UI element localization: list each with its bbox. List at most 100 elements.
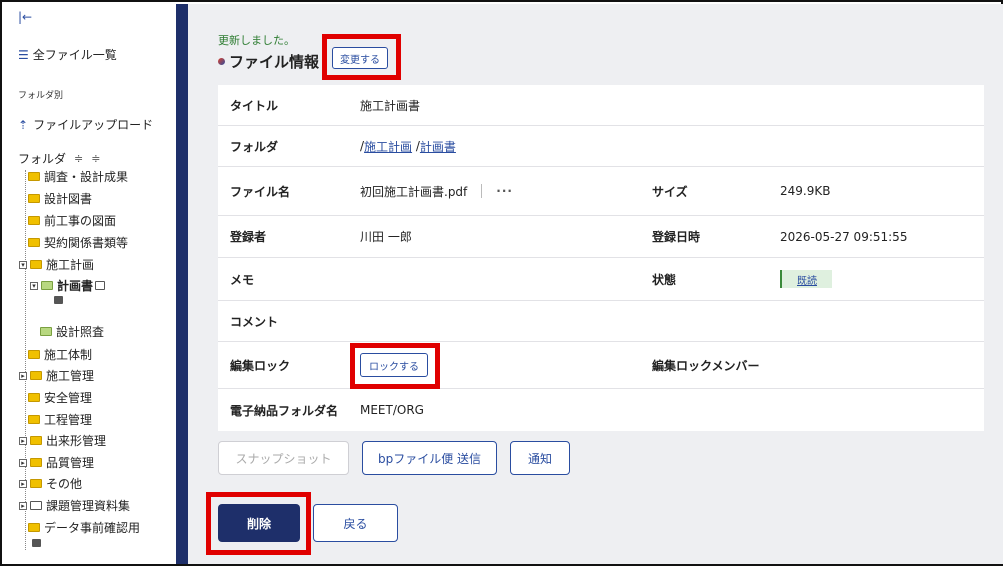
tree-item-label: 施工管理 [46,369,95,383]
upload-link[interactable]: ⇡ ファイルアップロード [18,116,153,133]
folder-icon [28,194,40,203]
tree-item-label: 調査・設計成果 [44,170,129,184]
expand-all-icon[interactable]: ≑ [74,152,83,165]
table-row: 登録者 川田 一郎 登録日時 2026-05-27 09:51:55 [218,216,984,258]
folder-tree-header: フォルダ ≑ ≑ [18,150,100,167]
status-badge[interactable]: 既読 [780,270,832,288]
delivery-folder-value: MEET/ORG [360,403,424,417]
collapse-all-icon[interactable]: ≑ [91,152,100,165]
collapse-toggle-icon[interactable]: ▾ [19,260,27,269]
filename-value[interactable]: 初回施工計画書.pdf [360,183,467,200]
folder-section-label: フォルダ別 [18,91,64,101]
folder-icon [30,501,42,510]
tree-item-quality[interactable]: ▸ 品質管理 [19,454,94,471]
more-options-icon[interactable]: ··· [496,184,513,198]
tree-item-design-docs[interactable]: 設計図書 [28,190,92,207]
folder-icon [28,172,40,181]
expand-toggle-icon[interactable]: ▸ [19,479,27,488]
folder-tree-title: フォルダ [18,152,67,166]
tree-item-label: 契約関係書類等 [44,236,129,250]
open-folder-icon [41,281,53,290]
table-row: メモ 状態 既読 [218,258,984,301]
memo-label: メモ [230,272,255,287]
table-row: フォルダ / 施工計画 / 計画書 [218,126,984,167]
tree-item-design-check[interactable]: 設計照査 [40,323,104,340]
filename-label: ファイル名 [230,184,291,199]
tree-item-label: 安全管理 [44,391,93,405]
collapse-sidebar-icon[interactable]: |← [18,10,32,24]
tree-item-label: 出来形管理 [46,434,107,448]
heading-dot-icon [218,58,225,65]
tree-item-label: 課題管理資料集 [46,499,131,513]
tree-item-schedule[interactable]: 工程管理 [28,411,92,428]
delete-button[interactable]: 削除 [218,504,300,542]
table-row: 電子納品フォルダ名 MEET/ORG [218,389,984,431]
main-content: 更新しました。 ファイル情報 変更する タイトル 施工計画書 フォルダ / 施工… [188,4,1003,564]
tree-item-label: 工程管理 [44,413,93,427]
folder-icon [30,371,42,380]
folder-label: フォルダ [230,139,279,154]
registrant-label: 登録者 [230,230,267,244]
tree-item-contracts[interactable]: 契約関係書類等 [28,234,128,251]
filename-cell: 初回施工計画書.pdf ··· [360,183,513,200]
tree-item-as-built[interactable]: ▸ 出来形管理 [19,432,106,449]
tree-item-construction-system[interactable]: 施工体制 [28,346,92,363]
tree-item-label: 品質管理 [46,456,95,470]
sidebar: |← ☰ 全ファイル一覧 フォルダ別 ⇡ ファイルアップロード フォルダ ≑ ≑… [4,4,176,564]
notify-button[interactable]: 通知 [510,441,570,475]
upload-icon: ⇡ [18,117,29,132]
file-info-table: タイトル 施工計画書 フォルダ / 施工計画 / 計画書 ファイル名 初回施工計… [218,85,984,431]
table-row: コメント [218,301,984,342]
bp-send-button[interactable]: bpファイル便 送信 [362,441,497,475]
folder-icon [28,350,40,359]
sidebar-divider[interactable] [176,4,188,564]
folder-icon [30,479,42,488]
lock-label: 編集ロック [230,358,291,373]
tree-item-other[interactable]: ▸ その他 [19,475,82,492]
expand-toggle-icon[interactable]: ▸ [19,436,27,445]
folder-icon [30,260,42,269]
change-button[interactable]: 変更する [332,47,388,69]
folder-icon [28,216,40,225]
comment-label: コメント [230,314,279,329]
all-files-label: 全ファイル一覧 [32,48,117,62]
expand-toggle-icon[interactable]: ▸ [19,371,27,380]
folder-path-link-2[interactable]: 計画書 [420,138,456,155]
title-value: 施工計画書 [360,98,421,113]
table-row: ファイル名 初回施工計画書.pdf ··· サイズ 249.9KB [218,167,984,216]
expand-toggle-icon[interactable]: ▸ [19,458,27,467]
tree-item-label: 設計照査 [56,325,105,339]
expand-toggle-icon[interactable]: ▸ [19,501,27,510]
add-subfolder[interactable] [54,296,63,304]
add-folder-icon [32,539,41,547]
collapse-toggle-icon[interactable]: ▾ [30,281,38,290]
tree-item-safety[interactable]: 安全管理 [28,389,92,406]
title-label: タイトル [230,98,279,113]
tree-item-construction-mgmt[interactable]: ▸ 施工管理 [19,367,94,384]
folder-icon [28,523,40,532]
folder-icon [30,436,42,445]
folder-path-link-1[interactable]: 施工計画 [364,138,412,155]
registered-at-label: 登録日時 [652,230,701,244]
tree-item-data-precheck[interactable]: データ事前確認用 [28,519,140,536]
add-folder-icon [54,296,63,304]
upload-label: ファイルアップロード [33,118,154,132]
folder-settings-icon[interactable] [95,281,106,290]
lock-button[interactable]: ロックする [360,353,428,377]
tree-item-previous-drawings[interactable]: 前工事の図面 [28,212,116,229]
registrant-value: 川田 一郎 [360,230,412,244]
tree-item-plan-doc[interactable]: ▾ 計画書 [30,277,106,294]
folder-path: / 施工計画 / 計画書 [360,138,456,155]
status-label: 状態 [652,272,677,287]
size-label: サイズ [652,184,688,199]
app-frame: |← ☰ 全ファイル一覧 フォルダ別 ⇡ ファイルアップロード フォルダ ≑ ≑… [0,0,1003,566]
add-root-folder[interactable] [32,539,41,547]
tree-item-issues[interactable]: ▸ 課題管理資料集 [19,497,130,514]
tree-item-label: その他 [46,477,83,491]
all-files-link[interactable]: ☰ 全ファイル一覧 [18,46,117,63]
delivery-folder-label: 電子納品フォルダ名 [230,403,339,418]
tree-item-label: 計画書 [57,279,94,293]
tree-item-construction-plan[interactable]: ▾ 施工計画 [19,256,94,273]
back-button[interactable]: 戻る [313,504,398,542]
tree-item-survey[interactable]: 調査・設計成果 [28,168,128,185]
